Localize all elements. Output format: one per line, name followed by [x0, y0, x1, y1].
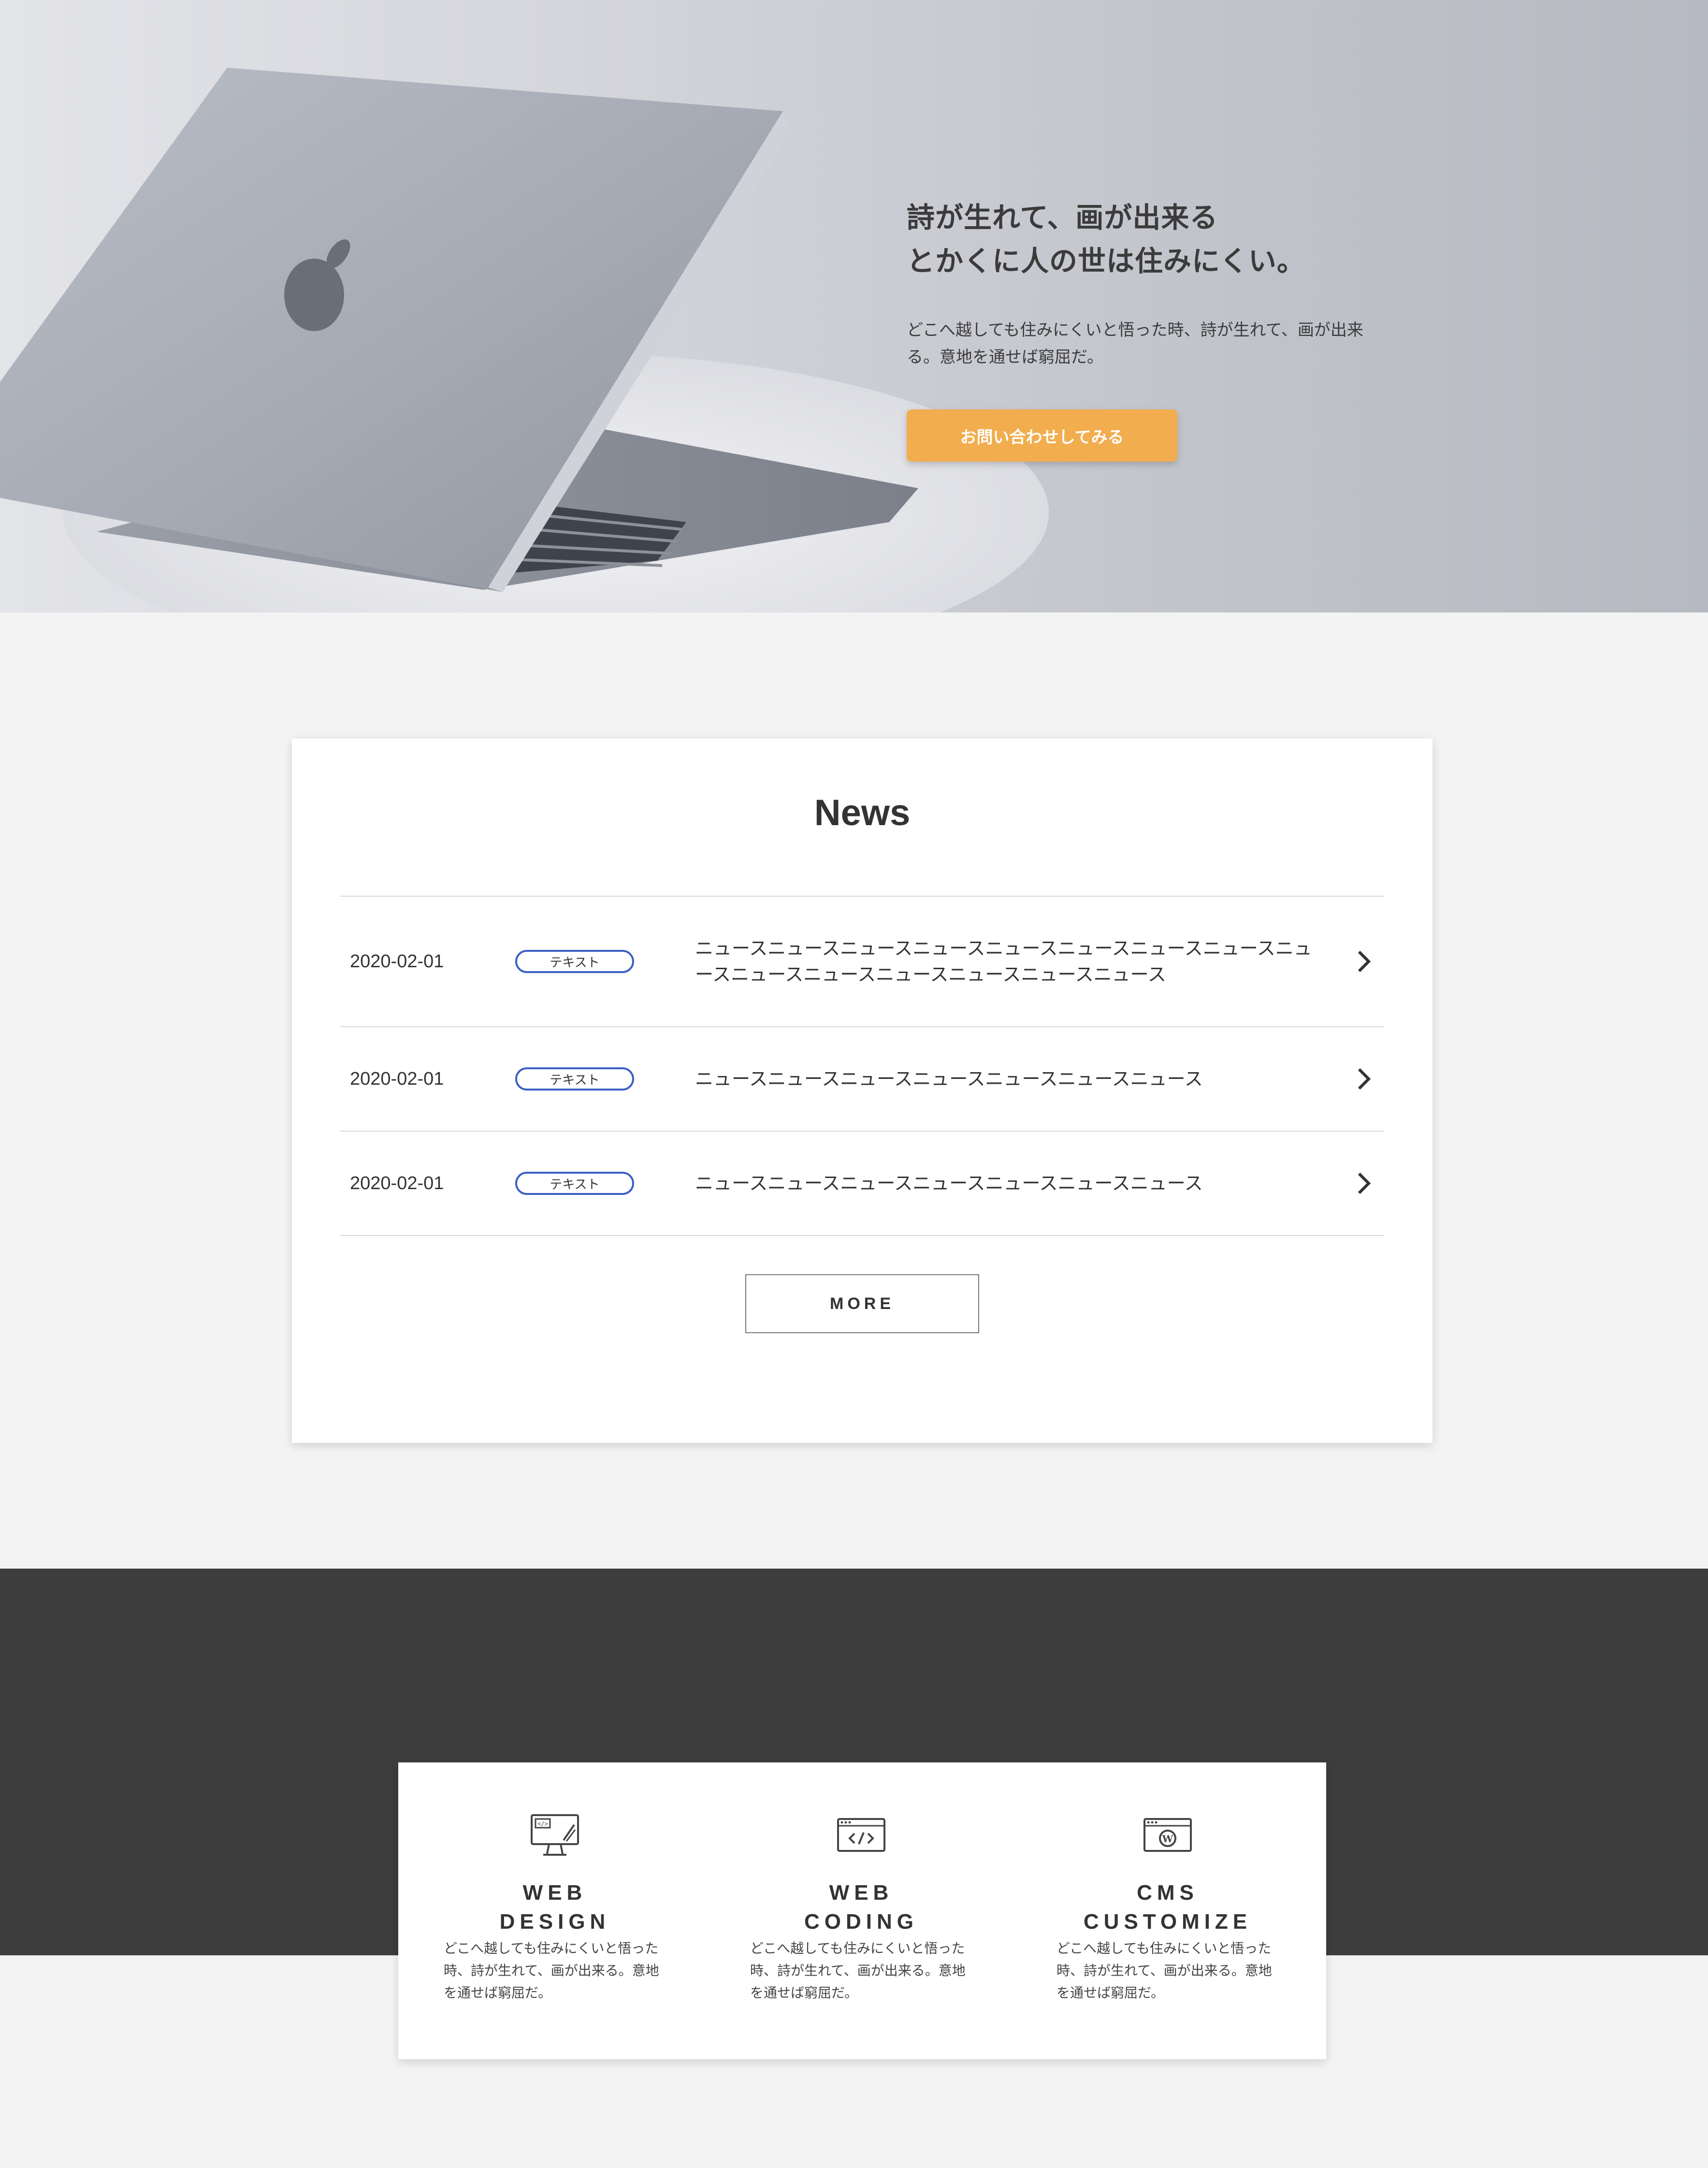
hero-title-line1: 詩が生れて、画が出来る	[907, 201, 1218, 234]
chevron-right-icon[interactable]	[1353, 1068, 1375, 1090]
hero-section: 詩が生れて、画が出来る とかくに人の世は住みにくい。 どこへ越しても住みにくいと…	[0, 0, 1708, 612]
service-name-line1: WEB	[522, 1881, 587, 1905]
service-name-line2: DESIGN	[499, 1910, 610, 1934]
news-tag: テキスト	[515, 950, 634, 973]
service-description: どこへ越しても住みにくいと悟った時、詩が生れて、画が出来る。意地を通せば窮屈だ。	[444, 1940, 659, 2001]
news-item[interactable]: 2020-02-01 テキスト ニュースニュースニュースニュースニュースニュース…	[340, 1027, 1384, 1132]
news-date: 2020-02-01	[350, 1173, 444, 1193]
hero-description: どこへ越しても住みにくいと悟った時、詩が生れて、画が出来る。意地を通せば窮屈だ。	[907, 320, 1363, 367]
news-text[interactable]: ニュースニュースニュースニュースニュースニュースニュースニュースニュースニュース…	[695, 935, 1323, 988]
chevron-right-icon[interactable]	[1353, 950, 1375, 973]
services-section: </> WEB DESIGN どこへ越しても住みにくいと悟った時、詩が生れて、画…	[398, 1762, 1326, 2059]
news-text[interactable]: ニュースニュースニュースニュースニュースニュースニュース	[695, 1170, 1323, 1196]
hero-laptop-image	[0, 68, 1049, 612]
service-name-line1: WEB	[829, 1881, 894, 1905]
hero-copy: 詩が生れて、画が出来る とかくに人の世は住みにくい。 どこへ越しても住みにくいと…	[907, 196, 1414, 462]
news-item[interactable]: 2020-02-01 テキスト ニュースニュースニュースニュースニュースニュース…	[340, 1132, 1384, 1236]
service-name-line1: CMS	[1137, 1881, 1199, 1905]
service-name-line2: CODING	[804, 1910, 918, 1934]
news-item[interactable]: 2020-02-01 テキスト ニュースニュースニュースニュースニュースニュース…	[340, 897, 1384, 1027]
service-name: WEB CODING	[750, 1878, 972, 1936]
service-description: どこへ越しても住みにくいと悟った時、詩が生れて、画が出来る。意地を通せば窮屈だ。	[1057, 1940, 1272, 2001]
service-description: どこへ越しても住みにくいと悟った時、詩が生れて、画が出来る。意地を通せば窮屈だ。	[750, 1940, 966, 2001]
contact-button[interactable]: お問い合わせしてみる	[907, 409, 1177, 462]
service-name: CMS CUSTOMIZE	[1057, 1878, 1279, 1936]
hero-title-line2: とかくに人の世は住みにくい。	[907, 245, 1305, 277]
more-button[interactable]: MORE	[745, 1274, 979, 1333]
service-name-line2: CUSTOMIZE	[1083, 1910, 1252, 1934]
news-text[interactable]: ニュースニュースニュースニュースニュースニュースニュース	[695, 1066, 1323, 1092]
hero-title: 詩が生れて、画が出来る とかくに人の世は住みにくい。	[907, 196, 1414, 283]
svg-text:</>: </>	[537, 1820, 548, 1827]
svg-text:W: W	[1162, 1833, 1173, 1845]
monitor-design-icon: </>	[528, 1811, 581, 1859]
news-date: 2020-02-01	[350, 951, 444, 972]
chevron-right-icon[interactable]	[1353, 1172, 1375, 1194]
news-title: News	[814, 792, 911, 833]
news-list: 2020-02-01 テキスト ニュースニュースニュースニュースニュースニュース…	[340, 896, 1384, 1236]
news-section: News 2020-02-01 テキスト ニュースニュースニュースニュースニュー…	[292, 739, 1433, 1443]
code-window-icon	[835, 1811, 888, 1859]
news-tag: テキスト	[515, 1067, 634, 1091]
service-name: WEB DESIGN	[444, 1878, 666, 1936]
news-date: 2020-02-01	[350, 1068, 444, 1089]
wordpress-window-icon: W	[1141, 1811, 1194, 1859]
news-tag: テキスト	[515, 1172, 634, 1195]
